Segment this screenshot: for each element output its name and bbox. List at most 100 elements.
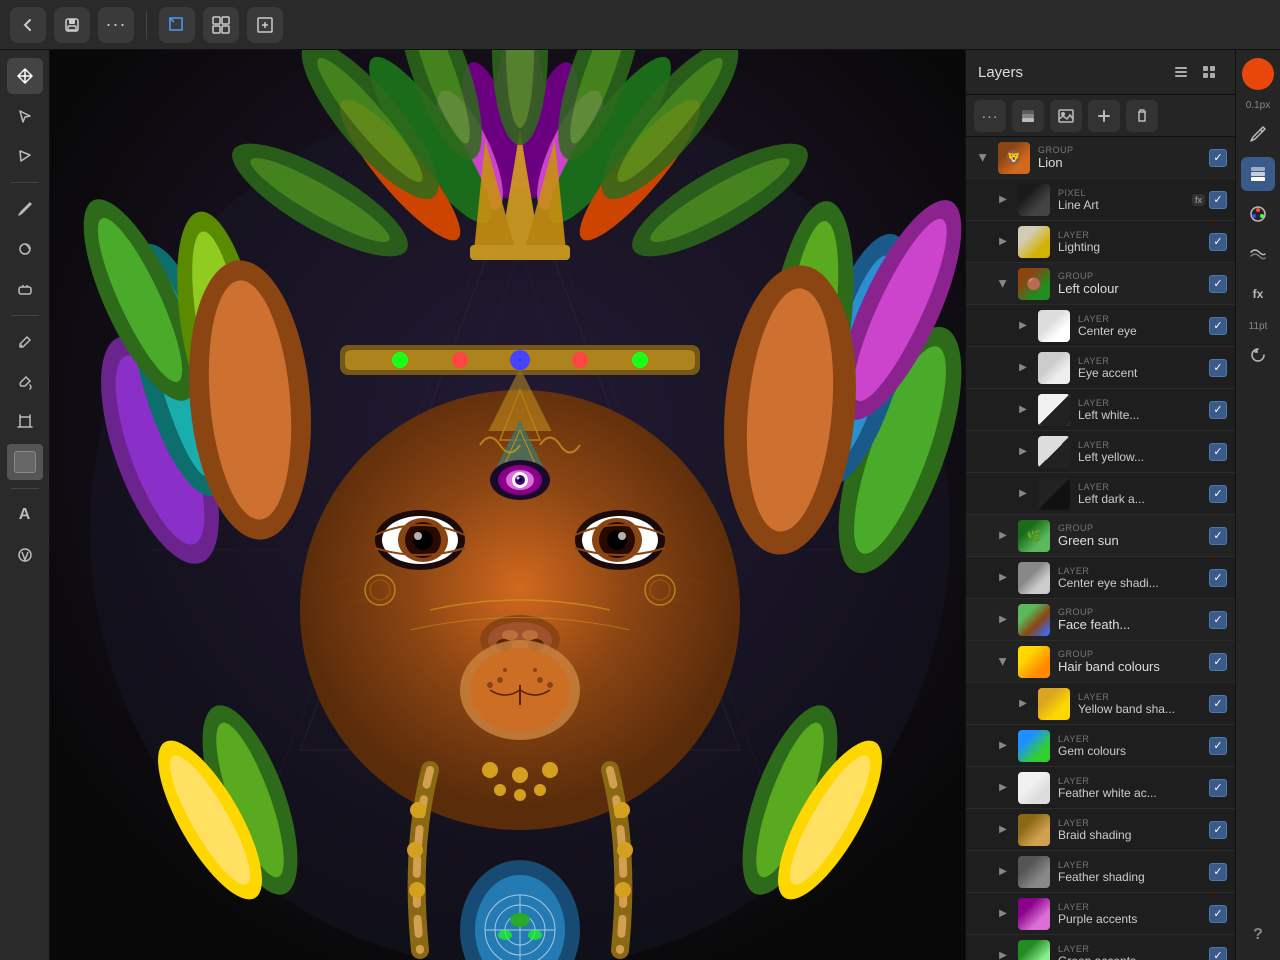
expand-icon[interactable]: ▶ — [994, 233, 1012, 251]
layers-toggle-button[interactable] — [1241, 157, 1275, 191]
expand-icon[interactable]: ▶ — [1014, 317, 1032, 335]
layer-item[interactable]: ▶ Layer Left dark a... ✓ — [966, 473, 1235, 515]
text-tool[interactable]: A — [7, 497, 43, 533]
expand-icon[interactable]: ▶ — [1014, 401, 1032, 419]
layer-item[interactable]: ▶ Group Face feath... ✓ — [966, 599, 1235, 641]
layer-visibility-checkbox[interactable]: ✓ — [1209, 317, 1227, 335]
pen-modifier-button[interactable] — [1241, 117, 1275, 151]
transform-button[interactable] — [247, 7, 283, 43]
history-button[interactable] — [1241, 338, 1275, 372]
layer-visibility-checkbox[interactable]: ✓ — [1209, 905, 1227, 923]
layer-visibility-checkbox[interactable]: ✓ — [1209, 485, 1227, 503]
expand-icon[interactable]: ▶ — [994, 863, 1012, 881]
layer-visibility-checkbox[interactable]: ✓ — [1209, 527, 1227, 545]
layer-visibility-checkbox[interactable]: ✓ — [1209, 779, 1227, 797]
layers-list-view-button[interactable] — [1167, 58, 1195, 86]
layer-info: Pixel Line Art — [1058, 188, 1192, 212]
select-tool[interactable] — [7, 98, 43, 134]
layer-item[interactable]: ▶ Layer Left yellow... ✓ — [966, 431, 1235, 473]
layers-menu-button[interactable]: ··· — [974, 100, 1006, 132]
expand-icon[interactable]: ▶ — [994, 527, 1012, 545]
separator — [11, 182, 39, 183]
layer-item[interactable]: ▶ Layer Braid shading ✓ — [966, 809, 1235, 851]
layer-visibility-checkbox[interactable]: ✓ — [1209, 863, 1227, 881]
layer-item[interactable]: ▶ 🟤 Group Left colour ✓ — [966, 263, 1235, 305]
layers-grid-view-button[interactable] — [1195, 58, 1223, 86]
layers-list[interactable]: ▶ 🦁 Group Lion ✓ ▶ Pixel Line Art fx ✓ — [966, 137, 1235, 960]
fx-button[interactable]: fx — [1241, 277, 1275, 311]
layer-item[interactable]: ▶ Layer Eye accent ✓ — [966, 347, 1235, 389]
layer-visibility-checkbox[interactable]: ✓ — [1209, 821, 1227, 839]
layer-item[interactable]: ▶ Layer Feather white ac... ✓ — [966, 767, 1235, 809]
layer-visibility-checkbox[interactable]: ✓ — [1209, 695, 1227, 713]
layer-visibility-checkbox[interactable]: ✓ — [1209, 149, 1227, 167]
layer-visibility-checkbox[interactable]: ✓ — [1209, 569, 1227, 587]
expand-icon[interactable]: ▶ — [1014, 485, 1032, 503]
expand-icon[interactable]: ▶ — [994, 947, 1012, 960]
eyedropper-tool[interactable] — [7, 324, 43, 360]
layer-visibility-checkbox[interactable]: ✓ — [1209, 611, 1227, 629]
layer-item[interactable]: ▶ Layer Gem colours ✓ — [966, 725, 1235, 767]
lasso-tool[interactable] — [7, 138, 43, 174]
layer-thumbnail — [1018, 898, 1050, 930]
layer-visibility-checkbox[interactable]: ✓ — [1209, 443, 1227, 461]
brush-app-button[interactable] — [159, 7, 195, 43]
left-tools-panel: A — [0, 50, 50, 960]
layer-item[interactable]: ▶ Layer Green accents ✓ — [966, 935, 1235, 960]
layers-image-button[interactable] — [1050, 100, 1082, 132]
separator-3 — [11, 488, 39, 489]
smudge-modifier-button[interactable] — [1241, 237, 1275, 271]
layers-delete-button[interactable] — [1126, 100, 1158, 132]
layer-item[interactable]: ▶ 🦁 Group Lion ✓ — [966, 137, 1235, 179]
layer-visibility-checkbox[interactable]: ✓ — [1209, 359, 1227, 377]
expand-icon[interactable]: ▶ — [994, 611, 1012, 629]
layers-stack-button[interactable] — [1012, 100, 1044, 132]
expand-icon[interactable]: ▶ — [1014, 695, 1032, 713]
more-button[interactable]: ··· — [98, 7, 134, 43]
move-tool[interactable] — [7, 58, 43, 94]
layer-visibility-checkbox[interactable]: ✓ — [1209, 233, 1227, 251]
color-fill[interactable] — [7, 444, 43, 480]
color-swatch[interactable] — [1242, 58, 1274, 90]
layer-visibility-checkbox[interactable]: ✓ — [1209, 191, 1227, 209]
layer-visibility-checkbox[interactable]: ✓ — [1209, 737, 1227, 755]
help-button[interactable]: ? — [1241, 918, 1275, 952]
expand-icon[interactable]: ▶ — [994, 737, 1012, 755]
layer-item[interactable]: ▶ Layer Feather shading ✓ — [966, 851, 1235, 893]
eraser-tool[interactable] — [7, 271, 43, 307]
grid-button[interactable] — [203, 7, 239, 43]
layer-item[interactable]: ▶ Group Hair band colours ✓ — [966, 641, 1235, 683]
save-button[interactable] — [54, 7, 90, 43]
layer-visibility-checkbox[interactable]: ✓ — [1209, 401, 1227, 419]
layer-item[interactable]: ▶ Layer Center eye ✓ — [966, 305, 1235, 347]
paint-bucket-tool[interactable] — [7, 364, 43, 400]
crop-tool[interactable] — [7, 404, 43, 440]
pen-tool[interactable] — [7, 191, 43, 227]
expand-icon[interactable]: ▶ — [974, 149, 992, 167]
expand-icon[interactable]: ▶ — [994, 905, 1012, 923]
layers-add-button[interactable] — [1088, 100, 1120, 132]
back-button[interactable] — [10, 7, 46, 43]
smudge-tool[interactable] — [7, 231, 43, 267]
color-palette-button[interactable] — [1241, 197, 1275, 231]
expand-icon[interactable]: ▶ — [994, 779, 1012, 797]
expand-icon[interactable]: ▶ — [994, 653, 1012, 671]
expand-icon[interactable]: ▶ — [994, 821, 1012, 839]
layer-item[interactable]: ▶ Layer Lighting ✓ — [966, 221, 1235, 263]
layer-item[interactable]: ▶ Layer Purple accents ✓ — [966, 893, 1235, 935]
layer-visibility-checkbox[interactable]: ✓ — [1209, 275, 1227, 293]
expand-icon[interactable]: ▶ — [994, 569, 1012, 587]
expand-icon[interactable]: ▶ — [1014, 443, 1032, 461]
layer-item[interactable]: ▶ Pixel Line Art fx ✓ — [966, 179, 1235, 221]
layer-item[interactable]: ▶ 🌿 Group Green sun ✓ — [966, 515, 1235, 557]
layer-visibility-checkbox[interactable]: ✓ — [1209, 653, 1227, 671]
canvas-area[interactable] — [50, 50, 965, 960]
expand-icon[interactable]: ▶ — [994, 275, 1012, 293]
layer-item[interactable]: ▶ Layer Center eye shadi... ✓ — [966, 557, 1235, 599]
shapes-tool[interactable] — [7, 537, 43, 573]
layer-item[interactable]: ▶ Layer Left white... ✓ — [966, 389, 1235, 431]
layer-item[interactable]: ▶ Layer Yellow band sha... ✓ — [966, 683, 1235, 725]
expand-icon[interactable]: ▶ — [994, 191, 1012, 209]
expand-icon[interactable]: ▶ — [1014, 359, 1032, 377]
layer-visibility-checkbox[interactable]: ✓ — [1209, 947, 1227, 960]
